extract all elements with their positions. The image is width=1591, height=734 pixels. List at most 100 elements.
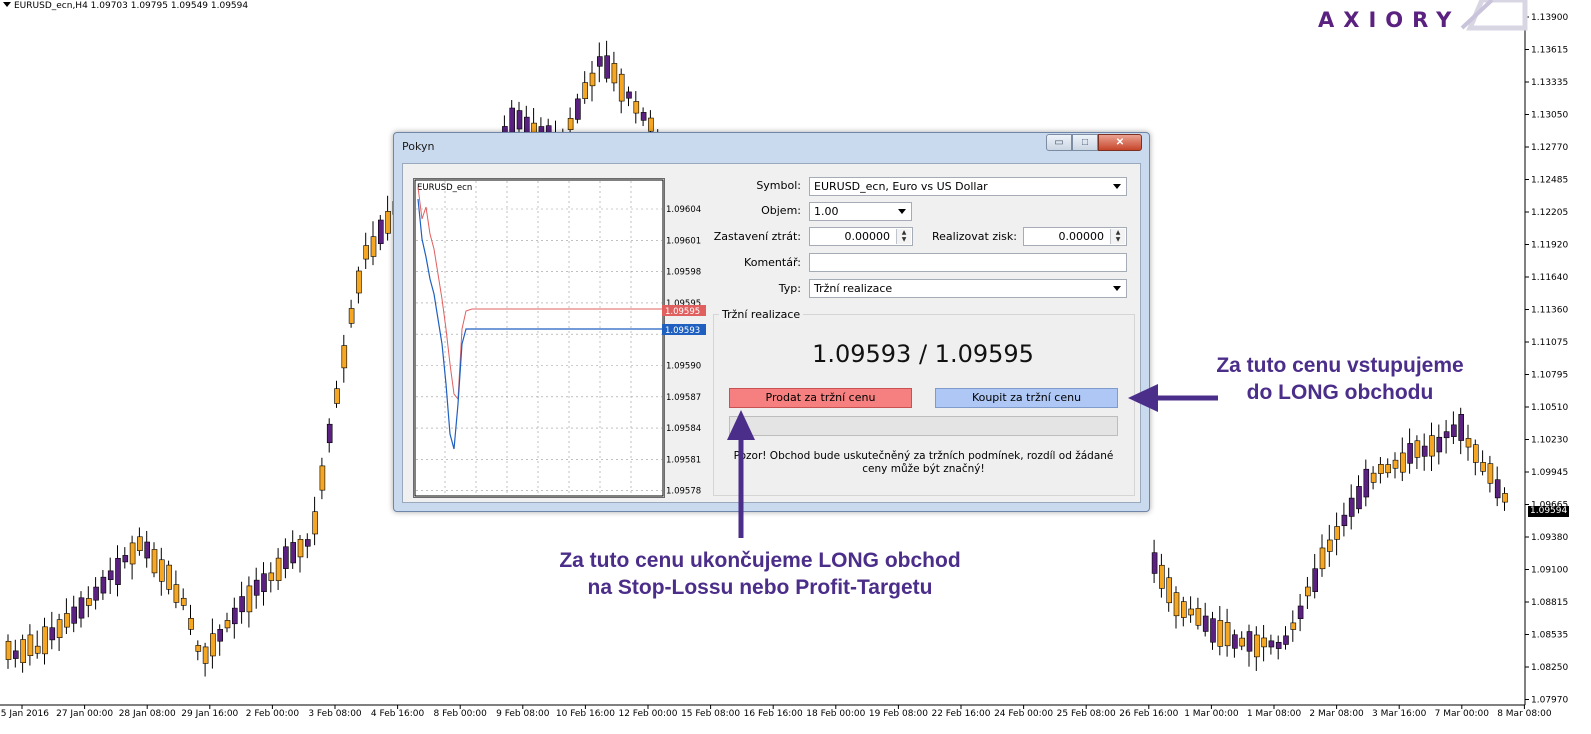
tick-chart-price-label: 1.09581	[666, 455, 701, 465]
symbol-select-value: EURUSD_ecn, Euro vs US Dollar	[814, 180, 988, 193]
take-profit-value: 0.00000	[1058, 230, 1105, 243]
symbol-label: Symbol:	[756, 179, 801, 192]
candle-body	[56, 619, 63, 638]
chart-header-text: EURUSD_ecn,H4 1.09703 1.09795 1.09549 1.…	[14, 1, 249, 11]
candle-body	[1297, 605, 1304, 619]
maximize-button[interactable]: □	[1072, 134, 1098, 151]
candle-body	[1356, 486, 1362, 510]
current-price-tag: 1.09594	[1528, 506, 1570, 517]
price-tick-label: 1.07970	[1531, 696, 1568, 706]
candle-body	[144, 541, 150, 559]
dialog-body: EURUSD_ecn 1.09604 1.09601 1.09598 1.09595 1…	[402, 163, 1141, 503]
bid-price-marker-text: 1.09593	[665, 326, 700, 336]
time-tick-label: 26 Feb 16:00	[1119, 709, 1178, 719]
candle-body	[275, 557, 282, 581]
time-tick-label: 22 Feb 16:00	[931, 709, 990, 719]
time-tick-label: 29 Jan 16:00	[181, 709, 238, 719]
candle-body	[1195, 608, 1202, 626]
tick-chart-price-label: 1.09587	[666, 393, 701, 403]
candle-body	[516, 110, 523, 130]
time-tick-label: 1 Mar 00:00	[1184, 709, 1239, 719]
candle-body	[151, 549, 158, 574]
candle-body	[626, 91, 632, 99]
stop-loss-input[interactable]: 0.00000 ▲ ▼	[809, 227, 913, 246]
buy-market-button[interactable]: Koupit za tržní cenu	[935, 388, 1118, 408]
price-tick-label: 1.12205	[1531, 208, 1568, 218]
take-profit-label: Realizovat zisk:	[932, 230, 1017, 243]
candle-body	[1487, 463, 1494, 484]
stop-loss-stepper[interactable]: ▲ ▼	[896, 229, 911, 244]
candle-body	[78, 597, 85, 619]
candle-body	[1494, 479, 1501, 499]
stepper-up-icon[interactable]: ▲	[1111, 229, 1125, 236]
candle-body	[1239, 637, 1245, 647]
candle-body	[290, 542, 297, 564]
candle-body	[618, 73, 625, 102]
price-tick-label: 1.11075	[1531, 338, 1568, 348]
buy-annotation: Za tuto cenu vstupujeme do LONG obchodu	[1180, 352, 1500, 406]
price-axis: 1.13900 1.13615 1.13335 1.13050 1.12770 1.124…	[1525, 13, 1568, 706]
candle-body	[246, 585, 253, 613]
minimize-button[interactable]: ▭	[1046, 134, 1072, 151]
stepper-up-icon[interactable]: ▲	[897, 229, 911, 236]
candle-body	[1429, 435, 1435, 457]
price-tick-label: 1.11920	[1531, 241, 1568, 251]
chart-header[interactable]: EURUSD_ecn,H4 1.09703 1.09795 1.09549 1.…	[3, 1, 248, 11]
price-tick-label: 1.09945	[1531, 468, 1568, 478]
candle-body	[312, 511, 318, 535]
symbol-select[interactable]: EURUSD_ecn, Euro vs US Dollar	[809, 177, 1127, 196]
time-tick-label: 19 Feb 08:00	[869, 709, 928, 719]
candle-body	[49, 627, 56, 641]
take-profit-stepper[interactable]: ▲ ▼	[1110, 229, 1125, 244]
stop-loss-label: Zastavení ztrát:	[713, 230, 801, 243]
stop-loss-value: 0.00000	[844, 230, 891, 243]
time-tick-label: 8 Mar 08:00	[1497, 709, 1552, 719]
time-tick-label: 2 Feb 00:00	[246, 709, 300, 719]
candle-body	[304, 539, 311, 547]
candle-body	[1283, 635, 1289, 645]
time-tick-label: 3 Mar 16:00	[1372, 709, 1427, 719]
time-tick-label: 8 Feb 00:00	[434, 709, 488, 719]
type-select[interactable]: Tržní realizace	[809, 279, 1127, 298]
candle-body	[1159, 564, 1165, 589]
candle-body	[604, 55, 610, 79]
candle-body	[195, 645, 202, 652]
candle-body	[1334, 526, 1340, 540]
tick-chart-price-axis: 1.096041.096011.095981.095951.095901.095…	[666, 205, 701, 497]
candle-body	[159, 559, 165, 582]
candle-body	[648, 117, 654, 132]
price-tick-label: 1.11360	[1531, 306, 1568, 316]
ask-price: 1.09595	[934, 340, 1034, 368]
candle-body	[224, 620, 231, 629]
time-tick-label: 4 Feb 16:00	[371, 709, 425, 719]
volume-select[interactable]: 1.00	[809, 202, 912, 221]
time-tick-label: 12 Feb 00:00	[618, 709, 677, 719]
candle-body	[334, 388, 340, 404]
time-tick-label: 27 Jan 00:00	[56, 709, 113, 719]
sell-market-button[interactable]: Prodat za tržní cenu	[729, 388, 912, 408]
close-button[interactable]: ✕	[1098, 134, 1142, 151]
chart-menu-icon[interactable]	[3, 2, 11, 7]
candle-body	[34, 645, 41, 654]
candle-body	[42, 626, 48, 655]
candle-body	[1436, 436, 1443, 453]
candle-body	[1268, 640, 1275, 648]
tick-chart-price-label: 1.09590	[666, 362, 701, 372]
candle-body	[1312, 568, 1318, 592]
sell-annotation: Za tuto cenu ukončujeme LONG obchod na S…	[500, 547, 1020, 601]
window-controls: ▭ □ ✕	[1046, 134, 1142, 151]
candle-body	[1319, 547, 1326, 570]
stepper-down-icon[interactable]: ▼	[1111, 236, 1125, 243]
candle-body	[1290, 622, 1297, 630]
candle-body	[283, 546, 289, 569]
candle-body	[1327, 539, 1333, 552]
comment-input[interactable]	[809, 253, 1127, 272]
candle-body	[356, 270, 362, 294]
candle-body	[1261, 637, 1267, 648]
candle-body	[611, 63, 618, 84]
take-profit-input[interactable]: 0.00000 ▲ ▼	[1023, 227, 1127, 246]
stepper-down-icon[interactable]: ▼	[897, 236, 911, 243]
candle-body	[261, 573, 267, 593]
candle-body	[1232, 634, 1238, 649]
ask-price-marker-text: 1.09595	[665, 307, 700, 317]
